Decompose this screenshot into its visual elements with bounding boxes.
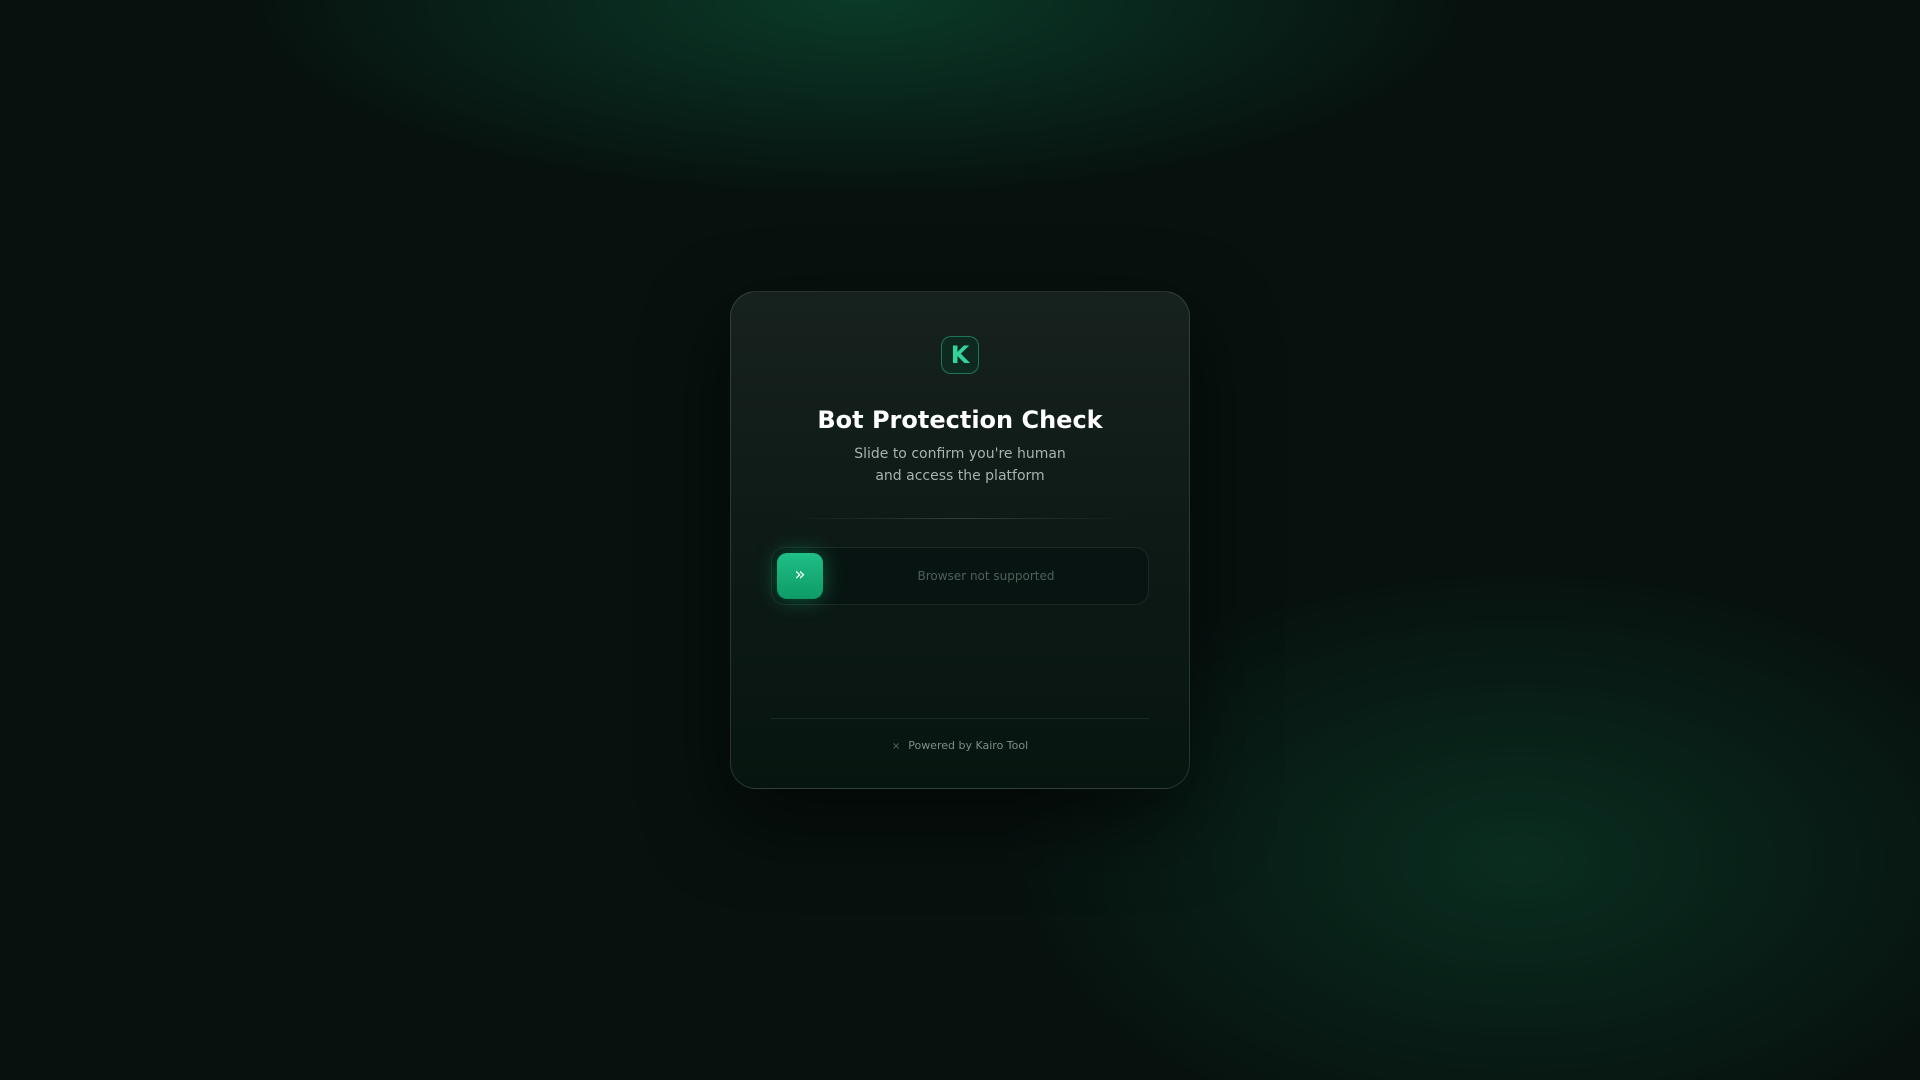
close-icon: × — [891, 741, 901, 752]
header-divider — [791, 518, 1129, 519]
slider-status-text: Browser not supported — [917, 569, 1055, 583]
subtitle-line-1: Slide to confirm you're human — [854, 446, 1066, 462]
footer: × Powered by Kairo Tool — [731, 738, 1189, 755]
slider-handle[interactable]: » — [777, 553, 823, 599]
subtitle-line-2: and access the platform — [875, 468, 1045, 484]
bot-check-card: K Bot Protection Check Slide to confirm … — [730, 291, 1190, 789]
slide-to-verify-track[interactable]: » Browser not supported — [771, 547, 1149, 605]
double-chevron-right-icon: » — [794, 564, 806, 585]
kairo-logo-icon: K — [941, 336, 979, 374]
page-subtitle: Slide to confirm you're human and access… — [731, 443, 1189, 487]
footer-divider — [771, 718, 1149, 719]
logo-letter: K — [950, 341, 970, 369]
powered-by-text: Powered by Kairo Tool — [908, 739, 1029, 752]
page-title: Bot Protection Check — [817, 406, 1103, 434]
